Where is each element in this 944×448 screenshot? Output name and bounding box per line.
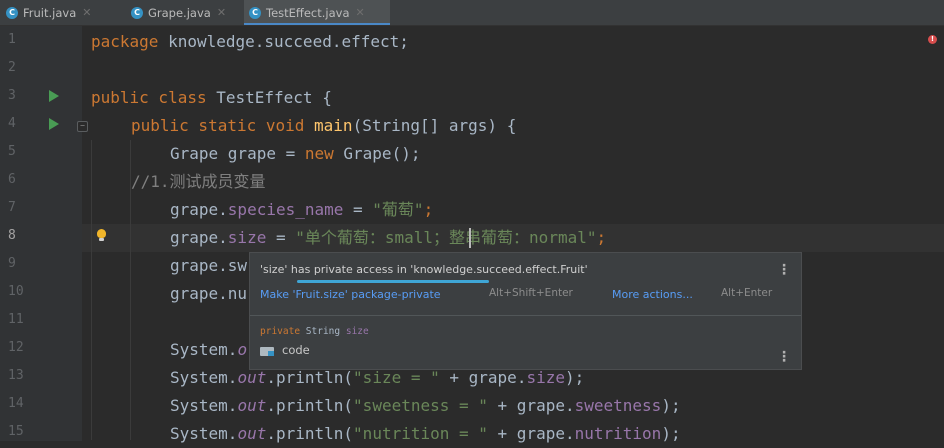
run-main-icon[interactable]: [49, 118, 59, 130]
quick-fix-shortcut: Alt+Shift+Enter: [489, 287, 573, 299]
error-message: 'size' has private access in 'knowledge.…: [260, 263, 588, 276]
code-line-8: grape.size = "单个葡萄：small；整串葡萄：normal";: [170, 228, 607, 247]
line-number: 3: [8, 88, 16, 103]
error-underline: [297, 280, 489, 283]
line-number: 10: [8, 284, 24, 299]
line-number: 4: [8, 116, 16, 131]
code-editor[interactable]: package knowledge.succeed.effect; public…: [91, 26, 944, 443]
code-line-3: public class TestEffect {: [91, 88, 332, 107]
line-number: 12: [8, 340, 24, 355]
line-number: 11: [8, 312, 24, 327]
close-icon[interactable]: ✕: [356, 6, 365, 19]
tab-label: Grape.java: [148, 5, 211, 20]
error-tooltip-popup: 'size' has private access in 'knowledge.…: [249, 252, 802, 370]
c-class-icon: C: [249, 6, 261, 19]
code-line-12: System.o: [170, 340, 248, 359]
code-line-5: Grape grape = new Grape();: [170, 144, 421, 163]
tab-label: Fruit.java: [23, 5, 77, 20]
more-options-icon[interactable]: ⋮: [777, 263, 791, 277]
field-declaration: private String size: [260, 326, 369, 337]
quick-fix-action[interactable]: Make 'Fruit.size' package-private: [260, 288, 441, 301]
error-indicator-icon[interactable]: !: [928, 35, 937, 44]
declaration-location[interactable]: code: [260, 343, 310, 357]
code-line-14: System.out.println("sweetness = " + grap…: [170, 396, 681, 415]
more-actions-shortcut: Alt+Enter: [721, 287, 773, 299]
close-icon[interactable]: ✕: [82, 6, 91, 19]
line-number: 6: [8, 172, 16, 187]
location-label: code: [282, 343, 310, 357]
tab-grape-java[interactable]: C Grape.java ✕: [131, 0, 239, 25]
line-number: 5: [8, 144, 16, 159]
more-options-icon[interactable]: ⋮: [777, 350, 791, 364]
module-folder-icon: [260, 345, 274, 356]
line-number: 15: [8, 424, 24, 439]
tab-fruit-java[interactable]: C Fruit.java ✕: [6, 0, 124, 25]
tab-testeffect-java[interactable]: C TestEffect.java ✕: [244, 0, 390, 25]
popup-divider: [250, 315, 801, 316]
code-line-9: grape.sw: [170, 256, 248, 275]
code-line-15: System.out.println("nutrition = " + grap…: [170, 424, 681, 443]
close-icon[interactable]: ✕: [217, 6, 226, 19]
line-number-current: 8: [8, 228, 16, 243]
code-line-10: grape.nu: [170, 284, 248, 303]
text-caret: [469, 228, 471, 248]
line-number: 9: [8, 256, 16, 271]
line-number: 14: [8, 396, 24, 411]
tab-label: TestEffect.java: [266, 5, 350, 20]
active-tab-underline: [244, 23, 390, 25]
line-number: 2: [8, 60, 16, 75]
code-line-7: grape.species_name = "葡萄";: [170, 200, 434, 219]
code-line-4: public static void main(String[] args) {: [131, 116, 517, 135]
c-class-icon: C: [131, 6, 143, 19]
code-line-6: //1.测试成员变量: [131, 172, 266, 191]
editor-gutter: 1 2 3 4 5 6 7 8 9 10 11 12 13 14 15 −: [0, 26, 88, 441]
c-class-icon: C: [6, 6, 18, 19]
code-line-1: package knowledge.succeed.effect;: [91, 32, 409, 51]
editor-tab-bar: C Fruit.java ✕ C Grape.java ✕ C TestEffe…: [0, 0, 944, 26]
run-class-icon[interactable]: [49, 90, 59, 102]
fold-icon[interactable]: −: [77, 121, 88, 132]
more-actions-link[interactable]: More actions...: [612, 288, 693, 301]
line-number: 1: [8, 32, 16, 47]
line-number: 7: [8, 200, 16, 215]
line-number: 13: [8, 368, 24, 383]
